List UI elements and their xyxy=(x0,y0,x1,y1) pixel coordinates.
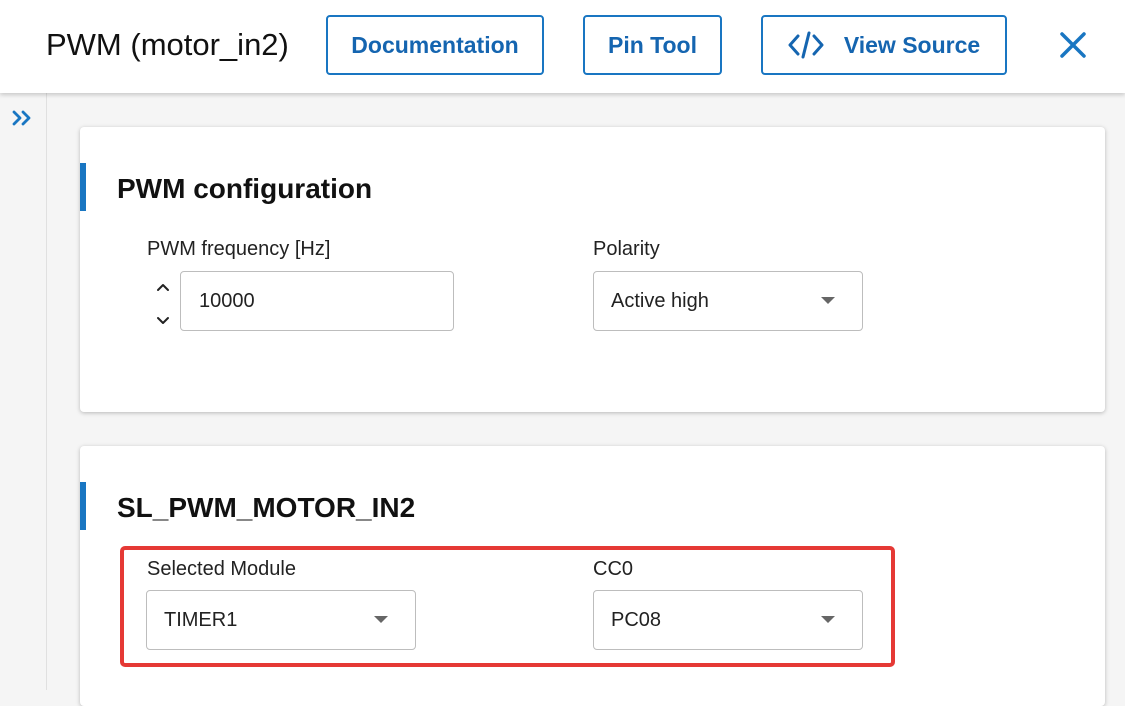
section-title: PWM configuration xyxy=(117,173,373,204)
code-icon xyxy=(788,31,824,59)
close-icon[interactable] xyxy=(1055,27,1091,63)
polarity-select[interactable]: Active high xyxy=(593,271,863,331)
pin-tool-button[interactable]: Pin Tool xyxy=(583,15,722,75)
pwm-frequency-value: 10000 xyxy=(199,289,255,312)
double-chevron-right-icon[interactable] xyxy=(10,107,34,129)
selected-module-label: Selected Module xyxy=(147,558,296,580)
view-source-button[interactable]: View Source xyxy=(761,15,1007,75)
pwm-frequency-input[interactable]: 10000 xyxy=(180,271,454,331)
chevron-down-icon xyxy=(374,616,388,623)
documentation-button[interactable]: Documentation xyxy=(326,15,544,75)
selected-module-select[interactable]: TIMER1 xyxy=(146,590,416,650)
view-source-button-label: View Source xyxy=(843,31,981,58)
pwm-instance-card: SL_PWM_MOTOR_IN2 Selected Module TIMER1 … xyxy=(80,446,1105,706)
side-rail xyxy=(0,93,47,690)
cc0-label: CC0 xyxy=(593,558,634,580)
stepper-up-icon[interactable] xyxy=(155,281,171,293)
stepper-down-icon[interactable] xyxy=(155,315,171,327)
selected-module-value: TIMER1 xyxy=(164,608,238,631)
chevron-down-icon xyxy=(821,616,835,623)
pwm-frequency-label: PWM frequency [Hz] xyxy=(147,238,331,260)
section-accent-bar xyxy=(80,163,86,211)
polarity-label: Polarity xyxy=(593,238,660,260)
page-title: PWM (motor_in2) xyxy=(46,27,289,62)
pin-tool-button-label: Pin Tool xyxy=(607,31,697,58)
pwm-configuration-card: PWM configuration PWM frequency [Hz] 100… xyxy=(80,127,1105,412)
header-bar: PWM (motor_in2) Documentation Pin Tool V… xyxy=(0,0,1125,93)
chevron-down-icon xyxy=(821,297,835,304)
section-title: SL_PWM_MOTOR_IN2 xyxy=(117,492,416,523)
cc0-select[interactable]: PC08 xyxy=(593,590,863,650)
section-accent-bar xyxy=(80,482,86,530)
cc0-value: PC08 xyxy=(611,608,662,631)
documentation-button-label: Documentation xyxy=(351,31,519,58)
polarity-value: Active high xyxy=(611,289,709,312)
